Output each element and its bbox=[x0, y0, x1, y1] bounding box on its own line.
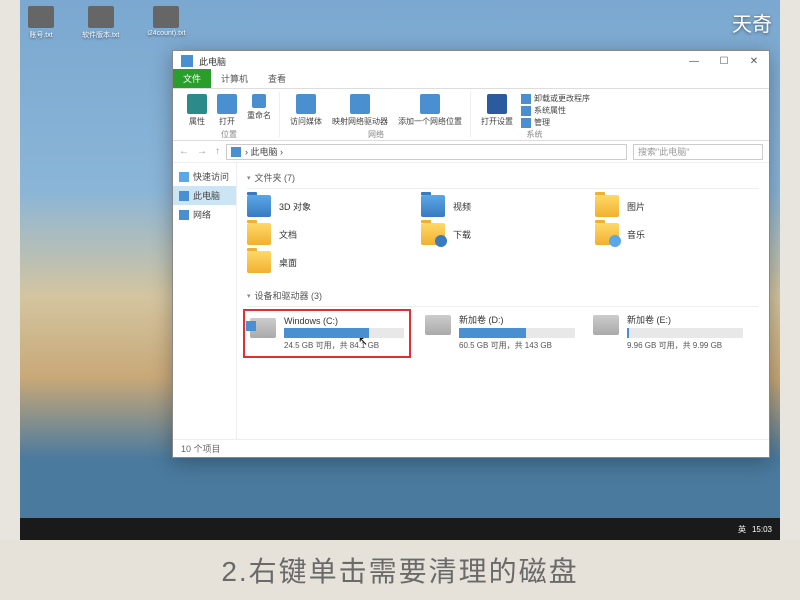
folder-icon bbox=[247, 251, 271, 273]
thispc-icon bbox=[231, 147, 241, 157]
tutorial-caption: 2.右键单击需要清理的磁盘 bbox=[0, 540, 800, 600]
drive-icon bbox=[250, 318, 276, 338]
music-icon bbox=[609, 235, 621, 247]
desktop-file-icon[interactable]: 账号.txt bbox=[28, 6, 54, 40]
drive-capacity: 24.5 GB 可用，共 84.1 GB bbox=[284, 340, 404, 351]
drive-icon bbox=[593, 315, 619, 335]
sidebar-item-quickaccess[interactable]: 快速访问 bbox=[173, 167, 236, 186]
tab-view[interactable]: 查看 bbox=[258, 69, 296, 88]
address-bar[interactable]: › 此电脑 › bbox=[226, 144, 627, 160]
sysprops-link[interactable]: 系统属性 bbox=[521, 105, 590, 116]
window-title: 此电脑 bbox=[199, 55, 226, 68]
clock[interactable]: 15:03 bbox=[752, 525, 772, 534]
drive-c[interactable]: Windows (C:) 24.5 GB 可用，共 84.1 GB bbox=[247, 313, 407, 354]
tab-file[interactable]: 文件 bbox=[173, 69, 211, 88]
drive-capacity: 60.5 GB 可用，共 143 GB bbox=[459, 340, 575, 351]
section-drives[interactable]: 设备和驱动器 (3) bbox=[247, 285, 759, 307]
drive-capacity: 9.96 GB 可用，共 9.99 GB bbox=[627, 340, 743, 351]
uninstall-link[interactable]: 卸载或更改程序 bbox=[521, 93, 590, 104]
folder-icon bbox=[595, 223, 619, 245]
ribbon: 属性 打开 重命名 位置 访问媒体 映射网络驱动器 添加一个网络位置 网络 打开… bbox=[173, 89, 769, 141]
usage-bar bbox=[284, 328, 404, 338]
sidebar-item-thispc[interactable]: 此电脑 bbox=[173, 186, 236, 205]
folder-documents[interactable]: 文档 bbox=[247, 223, 411, 245]
up-button[interactable]: ↑ bbox=[215, 146, 220, 157]
group-label: 位置 bbox=[221, 129, 237, 140]
folder-icon bbox=[595, 195, 619, 217]
usage-bar bbox=[627, 328, 743, 338]
forward-button[interactable]: → bbox=[197, 146, 207, 157]
folder-downloads[interactable]: 下载 bbox=[421, 223, 585, 245]
watermark: 天奇 bbox=[732, 8, 772, 37]
back-button[interactable]: ← bbox=[179, 146, 189, 157]
drive-e[interactable]: 新加卷 (E:) 9.96 GB 可用，共 9.99 GB bbox=[593, 313, 743, 354]
open-settings-button[interactable]: 打开设置 bbox=[479, 92, 515, 129]
desktop-file-icon[interactable]: 软件版本.txt bbox=[82, 6, 119, 40]
content-pane[interactable]: 文件夹 (7) 3D 对象 视频 图片 文档 下载 音乐 桌面 设备和驱动器 (… bbox=[237, 163, 769, 439]
drive-d[interactable]: 新加卷 (D:) 60.5 GB 可用，共 143 GB bbox=[425, 313, 575, 354]
ribbon-tabs: 文件 计算机 查看 bbox=[173, 71, 769, 89]
sidebar-item-network[interactable]: 网络 bbox=[173, 205, 236, 224]
drive-name: 新加卷 (E:) bbox=[627, 313, 743, 326]
section-folders[interactable]: 文件夹 (7) bbox=[247, 167, 759, 189]
star-icon bbox=[179, 172, 189, 182]
open-button[interactable]: 打开 bbox=[215, 92, 239, 129]
search-input[interactable]: 搜索"此电脑" bbox=[633, 144, 763, 160]
minimize-button[interactable]: — bbox=[679, 51, 709, 71]
folder-icon bbox=[421, 223, 445, 245]
folder-pictures[interactable]: 图片 bbox=[595, 195, 759, 217]
properties-button[interactable]: 属性 bbox=[185, 92, 209, 129]
address-bar-row: ← → ↑ › 此电脑 › 搜索"此电脑" bbox=[173, 141, 769, 163]
programs-icon bbox=[521, 94, 531, 104]
group-label: 网络 bbox=[368, 129, 384, 140]
media-button[interactable]: 访问媒体 bbox=[288, 92, 324, 129]
thispc-icon bbox=[181, 55, 193, 67]
lang-indicator[interactable]: 英 bbox=[738, 524, 746, 535]
folder-music[interactable]: 音乐 bbox=[595, 223, 759, 245]
group-label: 系统 bbox=[527, 129, 543, 140]
folder-grid: 3D 对象 视频 图片 文档 下载 音乐 桌面 bbox=[247, 195, 759, 273]
desktop-file-icon[interactable]: i24count).txt bbox=[147, 6, 185, 40]
manage-link[interactable]: 管理 bbox=[521, 117, 590, 128]
manage-icon bbox=[521, 118, 531, 128]
tab-computer[interactable]: 计算机 bbox=[211, 69, 258, 88]
drive-name: 新加卷 (D:) bbox=[459, 313, 575, 326]
desktop-screen: 账号.txt 软件版本.txt i24count).txt 天奇 此电脑 — ☐… bbox=[20, 0, 780, 540]
system-links: 卸载或更改程序 系统属性 管理 bbox=[521, 92, 590, 129]
folder-videos[interactable]: 视频 bbox=[421, 195, 585, 217]
maximize-button[interactable]: ☐ bbox=[709, 51, 739, 71]
rename-button[interactable]: 重命名 bbox=[245, 92, 273, 129]
drive-list: Windows (C:) 24.5 GB 可用，共 84.1 GB 新加卷 (D… bbox=[247, 313, 759, 354]
titlebar[interactable]: 此电脑 — ☐ ✕ bbox=[173, 51, 769, 71]
network-icon bbox=[179, 210, 189, 220]
usage-bar bbox=[459, 328, 575, 338]
close-button[interactable]: ✕ bbox=[739, 51, 769, 71]
nav-pane: 快速访问 此电脑 网络 bbox=[173, 163, 237, 439]
map-drive-button[interactable]: 映射网络驱动器 bbox=[330, 92, 390, 129]
folder-desktop[interactable]: 桌面 bbox=[247, 251, 411, 273]
file-explorer-window: 此电脑 — ☐ ✕ 文件 计算机 查看 属性 打开 重命名 位置 bbox=[172, 50, 770, 458]
drive-icon bbox=[425, 315, 451, 335]
folder-icon bbox=[247, 223, 271, 245]
desktop-icons: 账号.txt 软件版本.txt i24count).txt bbox=[28, 6, 185, 40]
drive-name: Windows (C:) bbox=[284, 316, 404, 326]
folder-icon bbox=[421, 195, 445, 217]
pc-icon bbox=[179, 191, 189, 201]
download-icon bbox=[435, 235, 447, 247]
add-network-button[interactable]: 添加一个网络位置 bbox=[396, 92, 464, 129]
folder-icon bbox=[247, 195, 271, 217]
folder-3dobjects[interactable]: 3D 对象 bbox=[247, 195, 411, 217]
sysprops-icon bbox=[521, 106, 531, 116]
status-bar: 10 个项目 bbox=[173, 439, 769, 457]
taskbar[interactable]: 英 15:03 bbox=[20, 518, 780, 540]
